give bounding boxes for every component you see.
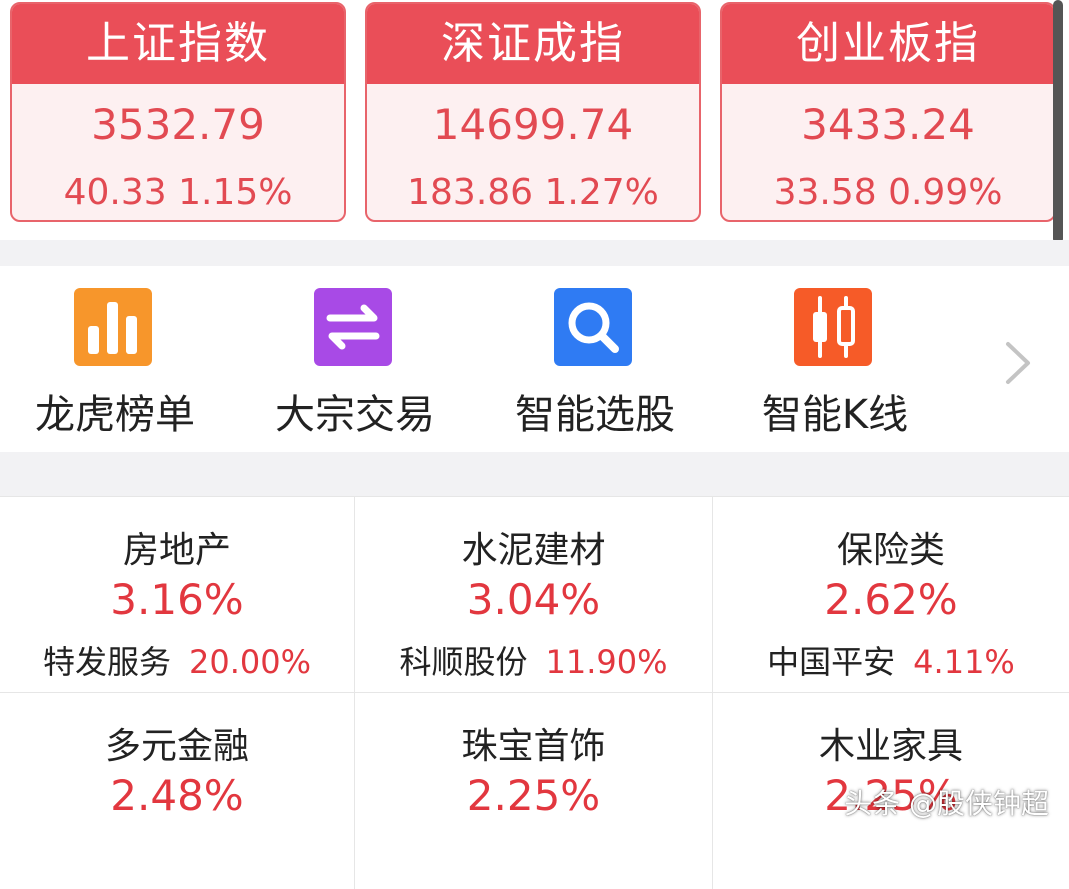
tool-label: 智能K线 <box>761 392 909 438</box>
tool-dragon-tiger-list[interactable]: 龙虎榜单 <box>0 286 230 438</box>
bar-chart-icon <box>74 288 152 366</box>
chevron-right-icon[interactable] <box>1000 340 1034 386</box>
index-card-shenzhen[interactable]: 深证成指 14699.74 183.86 1.27% <box>365 2 701 222</box>
sector-cell[interactable]: 珠宝首饰 2.25% <box>355 693 713 889</box>
sector-cell[interactable]: 房地产 3.16% 特发服务 20.00% <box>0 497 355 693</box>
leader-stock-change: 20.00% <box>189 643 312 681</box>
index-card-shanghai[interactable]: 上证指数 3532.79 40.33 1.15% <box>10 2 346 222</box>
index-cards-section: 上证指数 3532.79 40.33 1.15% 深证成指 14699.74 1… <box>0 0 1069 244</box>
sector-cell[interactable]: 保险类 2.62% 中国平安 4.11% <box>713 497 1069 693</box>
tool-smart-stock-picker[interactable]: 智能选股 <box>480 286 710 438</box>
quick-tools-bar: 龙虎榜单 大宗交易 智能选股 智能K线 <box>0 266 1069 452</box>
section-divider <box>0 452 1069 496</box>
sector-change: 2.48% <box>110 771 244 820</box>
sector-leader: 特发服务 20.00% <box>0 637 354 683</box>
tool-block-trade[interactable]: 大宗交易 <box>240 286 470 438</box>
candlestick-icon <box>794 288 872 366</box>
sector-change: 2.62% <box>824 575 958 624</box>
tool-label: 龙虎榜单 <box>35 392 195 438</box>
sector-change: 2.25% <box>466 771 601 820</box>
sector-leader: 中国平安 4.11% <box>713 637 1069 683</box>
index-value: 3433.24 <box>801 100 975 149</box>
index-change: 33.58 0.99% <box>773 172 1003 213</box>
sector-leader: 科顺股份 11.90% <box>355 637 712 683</box>
section-divider <box>0 240 1069 266</box>
tool-label: 大宗交易 <box>275 392 435 438</box>
leader-stock-name: 中国平安 <box>767 643 896 681</box>
index-card-chinext[interactable]: 创业板指 3433.24 33.58 0.99% <box>720 2 1056 222</box>
sector-cell[interactable]: 水泥建材 3.04% 科顺股份 11.90% <box>355 497 713 693</box>
sector-cell[interactable]: 多元金融 2.48% <box>0 693 355 889</box>
index-name: 创业板指 <box>722 4 1054 84</box>
sector-name: 房地产 <box>122 530 231 571</box>
sector-name: 珠宝首饰 <box>461 726 606 767</box>
index-value: 3532.79 <box>91 100 265 149</box>
tool-smart-kline[interactable]: 智能K线 <box>720 286 950 438</box>
scrollbar-thumb[interactable] <box>1053 0 1063 244</box>
leader-stock-change: 11.90% <box>545 643 668 681</box>
leader-stock-change: 4.11% <box>913 643 1015 681</box>
leader-stock-name: 科顺股份 <box>399 643 528 681</box>
sector-name: 保险类 <box>836 530 945 571</box>
exchange-arrows-icon <box>314 288 392 366</box>
watermark: 头条 @股侠钟超 <box>844 787 1049 820</box>
sector-change: 3.04% <box>466 575 601 624</box>
search-icon <box>554 288 632 366</box>
index-change: 183.86 1.27% <box>407 172 659 213</box>
tool-label: 智能选股 <box>515 392 675 438</box>
sector-name: 水泥建材 <box>461 530 606 571</box>
index-change: 40.33 1.15% <box>63 172 293 213</box>
index-name: 上证指数 <box>12 4 344 84</box>
sector-name: 多元金融 <box>104 726 249 767</box>
index-value: 14699.74 <box>432 100 634 149</box>
leader-stock-name: 特发服务 <box>42 643 171 681</box>
sector-name: 木业家具 <box>818 726 963 767</box>
index-name: 深证成指 <box>367 4 699 84</box>
sector-change: 3.16% <box>110 575 244 624</box>
